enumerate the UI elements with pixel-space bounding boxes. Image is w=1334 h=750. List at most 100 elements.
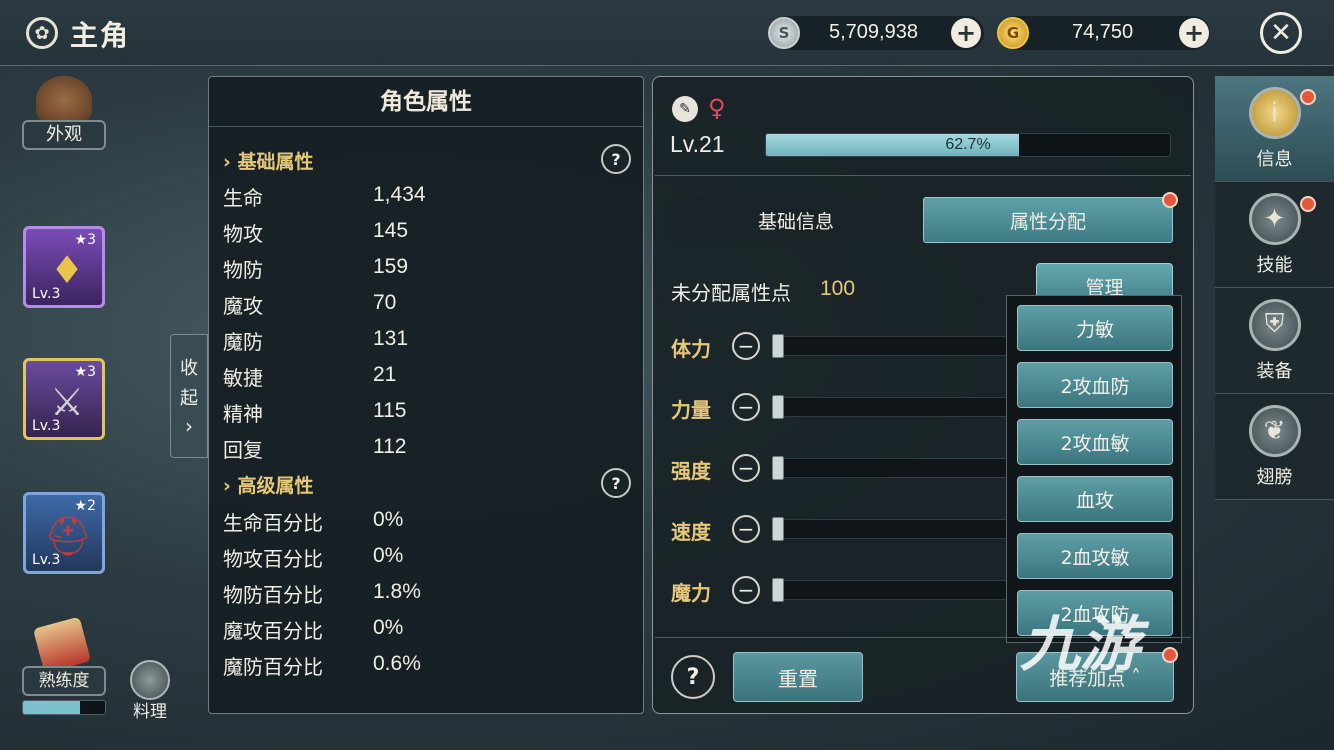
- proficiency-bar-fill: [23, 701, 81, 714]
- advanced-attributes-header: › 高级属性: [223, 471, 313, 498]
- skills-icon: ✦: [1248, 192, 1301, 245]
- attribute-name: 物防: [223, 258, 263, 282]
- stat-slider-handle[interactable]: [772, 395, 784, 419]
- reset-button[interactable]: 重置: [733, 652, 863, 702]
- stat-slider-track[interactable]: [772, 519, 1008, 539]
- equip-star-badge: ★3: [74, 364, 96, 380]
- attribute-name: 回复: [223, 438, 263, 462]
- notification-badge: [1162, 192, 1178, 208]
- attribute-name: 物防百分比: [223, 583, 323, 607]
- add-gold-button[interactable]: +: [1179, 18, 1209, 48]
- preset-option[interactable]: 2攻血防: [1017, 362, 1173, 408]
- decrease-stat-button[interactable]: −: [732, 515, 760, 543]
- notification-badge: [1300, 89, 1316, 105]
- basic-attributes-help-button[interactable]: ?: [601, 144, 631, 174]
- close-button[interactable]: ✕: [1260, 12, 1302, 54]
- attribute-value: 112: [373, 435, 407, 458]
- attribute-value: 0.6%: [373, 652, 421, 675]
- decrease-stat-button[interactable]: −: [732, 393, 760, 421]
- equip-star-badge: ★2: [74, 498, 96, 514]
- advanced-attributes-help-button[interactable]: ?: [601, 468, 631, 498]
- tab-basic-info[interactable]: 基础信息: [671, 197, 921, 243]
- equip-stars: 3: [87, 364, 96, 380]
- attribute-panel: 角色属性 › 基础属性 ? 生命 1,434 物攻 145 物防 159 魔攻 70 魔防 131…: [208, 76, 644, 714]
- attribute-value: 115: [373, 399, 407, 422]
- preset-option[interactable]: 血攻: [1017, 476, 1173, 522]
- attribute-name: 魔攻百分比: [223, 619, 323, 643]
- attribute-value: 145: [373, 219, 409, 242]
- stat-slider-track[interactable]: [772, 458, 1008, 478]
- attribute-value: 0%: [373, 544, 404, 567]
- proficiency-bar: [22, 700, 106, 715]
- watermark-logo: 九游: [1020, 610, 1140, 680]
- gold-amount: 74,750: [1072, 21, 1134, 43]
- armor-icon: ⛨: [1248, 298, 1301, 351]
- gold-coin-icon: G: [997, 17, 1029, 49]
- character-emblem-icon: ✿: [26, 17, 58, 49]
- preset-option[interactable]: 力敏: [1017, 305, 1173, 351]
- attribute-value: 70: [373, 291, 397, 314]
- hat-icon: [36, 76, 92, 124]
- edit-name-icon[interactable]: ✎: [672, 96, 698, 122]
- nav-item-label: 翅膀: [1256, 466, 1293, 488]
- decrease-stat-button[interactable]: −: [732, 576, 760, 604]
- attribute-name: 物攻: [223, 222, 263, 246]
- page-title: 主角: [70, 19, 131, 52]
- decrease-stat-button[interactable]: −: [732, 454, 760, 482]
- equip-slot-weapon[interactable]: ⚔ ★3 Lv.3: [23, 358, 105, 440]
- stat-slider-handle[interactable]: [772, 578, 784, 602]
- attribute-name: 生命百分比: [223, 511, 323, 535]
- unallocated-points-label: 未分配属性点: [671, 281, 791, 305]
- equip-level: Lv.3: [32, 552, 61, 568]
- stat-label: 力量: [671, 398, 711, 422]
- attribute-name: 精神: [223, 402, 263, 426]
- female-gender-icon: ♀: [708, 94, 726, 122]
- stat-slider-handle[interactable]: [772, 334, 784, 358]
- decrease-stat-button[interactable]: −: [732, 332, 760, 360]
- scroll-icon: [32, 616, 92, 674]
- preset-dropdown: 力敏 2攻血防 2攻血敏 血攻 2血攻敏 2血攻防: [1006, 295, 1182, 643]
- preset-option[interactable]: 2血攻敏: [1017, 533, 1173, 579]
- advanced-attributes-title: 高级属性: [237, 475, 314, 497]
- collapse-tab[interactable]: 收 起 ›: [170, 334, 208, 458]
- attribute-name: 生命: [223, 186, 263, 210]
- equip-level: Lv.3: [32, 286, 61, 302]
- appearance-button[interactable]: 外观: [22, 120, 106, 150]
- unallocated-points-value: 100: [820, 277, 856, 300]
- attribute-name: 物攻百分比: [223, 547, 323, 571]
- stat-slider-track[interactable]: [772, 336, 1008, 356]
- basic-attributes-header: › 基础属性: [223, 147, 313, 174]
- nav-item-label: 装备: [1256, 360, 1293, 382]
- stat-label: 速度: [671, 520, 711, 544]
- preset-option[interactable]: 2攻血敏: [1017, 419, 1173, 465]
- attribute-value: 159: [373, 255, 409, 278]
- chevron-right-icon: ›: [223, 475, 238, 497]
- tab-attribute-allocation[interactable]: 属性分配: [923, 197, 1173, 243]
- cooking-icon[interactable]: [130, 660, 170, 700]
- stat-label: 体力: [671, 337, 711, 361]
- attribute-name: 魔防百分比: [223, 655, 323, 679]
- nav-item-info[interactable]: i 信息: [1215, 76, 1334, 182]
- nav-item-skills[interactable]: ✦ 技能: [1215, 182, 1334, 288]
- nav-item-wings[interactable]: ❦ 翅膀: [1215, 394, 1334, 500]
- attribute-value: 0%: [373, 616, 404, 639]
- equip-slot-helmet[interactable]: ⛑ ★2 Lv.3: [23, 492, 105, 574]
- stat-slider-track[interactable]: [772, 397, 1008, 417]
- add-silver-button[interactable]: +: [951, 18, 981, 48]
- equip-slot-accessory[interactable]: ♦ ★3 Lv.3: [23, 226, 105, 308]
- collapse-label: 收: [180, 358, 198, 379]
- help-button[interactable]: ?: [671, 655, 715, 699]
- stat-slider-handle[interactable]: [772, 456, 784, 480]
- chevron-right-icon: ›: [185, 414, 193, 438]
- proficiency-button[interactable]: 熟练度: [22, 666, 106, 696]
- notification-badge: [1162, 647, 1178, 663]
- side-nav: i 信息 ✦ 技能 ⛨ 装备 ❦ 翅膀: [1215, 76, 1334, 502]
- attribute-name: 魔攻: [223, 294, 263, 318]
- nav-item-equipment[interactable]: ⛨ 装备: [1215, 288, 1334, 394]
- equip-level: Lv.3: [32, 418, 61, 434]
- stat-label: 魔力: [671, 581, 711, 605]
- attribute-name: 魔防: [223, 330, 263, 354]
- stat-slider-track[interactable]: [772, 580, 1008, 600]
- character-level: Lv.21: [670, 131, 725, 157]
- stat-slider-handle[interactable]: [772, 517, 784, 541]
